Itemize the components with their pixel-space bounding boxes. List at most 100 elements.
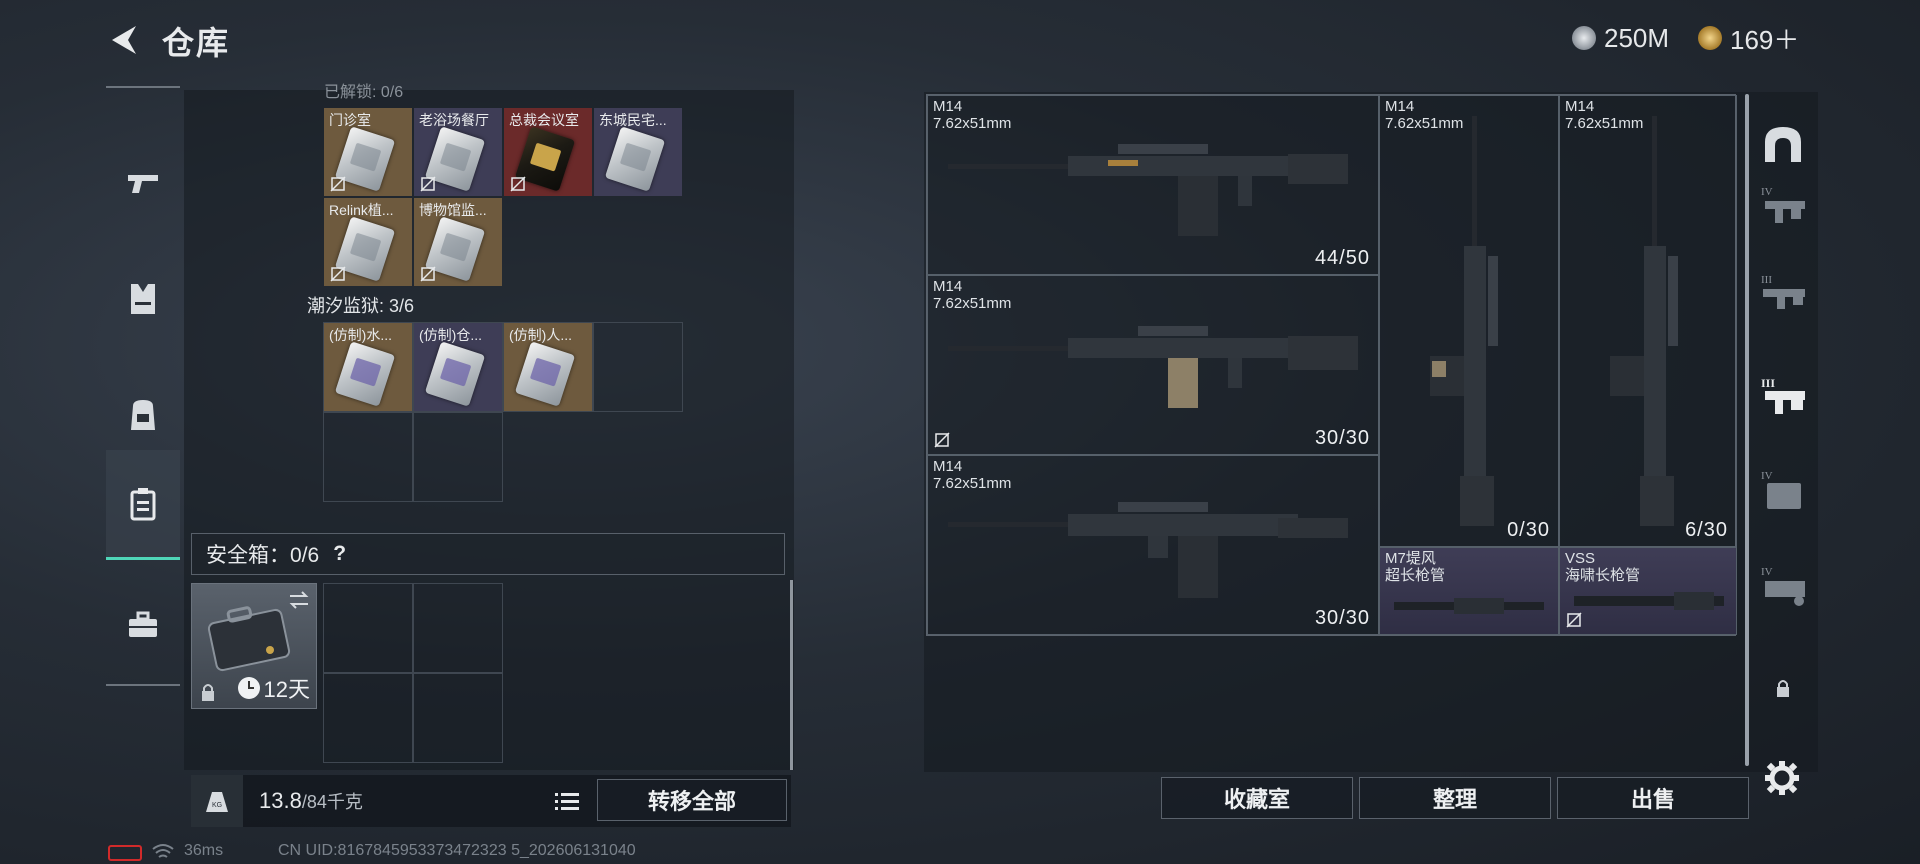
gold-coin-icon xyxy=(1698,26,1722,50)
list-view-button[interactable] xyxy=(551,785,583,817)
rifle-icon xyxy=(948,502,1348,598)
grid-cell[interactable] xyxy=(323,673,413,763)
weapon-item[interactable]: M14 7.62x51mm 30/30 xyxy=(927,275,1379,455)
keycard-item[interactable]: 博物馆监... xyxy=(414,198,502,286)
swap-icon[interactable] xyxy=(288,590,310,610)
keycard-icon xyxy=(514,341,576,407)
item-label: 博物馆监... xyxy=(419,202,487,218)
keycard-item[interactable]: 总裁会议室 xyxy=(504,108,592,196)
sell-button[interactable]: 出售 xyxy=(1557,777,1749,819)
keycard-item[interactable]: 老浴场餐厅 xyxy=(414,108,502,196)
item-label: (仿制)水... xyxy=(329,327,392,343)
keycard-case-icon xyxy=(130,487,156,520)
help-icon[interactable]: ? xyxy=(333,542,346,566)
weapons-category[interactable] xyxy=(106,128,180,238)
transfer-all-button[interactable]: 转移全部 xyxy=(597,779,787,821)
no-transfer-icon xyxy=(330,266,346,282)
keycard-item[interactable]: (仿制)水... xyxy=(324,323,412,411)
grid-cell[interactable] xyxy=(323,583,413,673)
back-arrow-icon[interactable] xyxy=(106,22,142,58)
rifle-vertical-icon xyxy=(1610,116,1678,526)
item-label: 总裁会议室 xyxy=(509,112,579,128)
no-transfer-icon xyxy=(330,176,346,192)
weapon-item[interactable]: M14 7.62x51mm 0/30 xyxy=(1379,95,1559,547)
section-label-tide-prison: 潮汐监狱: 3/6 xyxy=(307,296,415,316)
keycard-item[interactable]: Relink植... xyxy=(324,198,412,286)
collection-room-button[interactable]: 收藏室 xyxy=(1161,777,1353,819)
rifle-vertical-icon xyxy=(1430,116,1498,526)
list-icon xyxy=(555,793,579,810)
attachment-name: M7堤风 超长枪管 xyxy=(1385,550,1446,584)
grid-cell[interactable] xyxy=(323,412,413,502)
ammo-count: 0/30 xyxy=(1507,519,1550,541)
item-label: (仿制)人... xyxy=(509,327,572,343)
locked-category[interactable] xyxy=(1752,638,1814,738)
keycard-item[interactable]: 东城民宅... xyxy=(594,108,682,196)
vest-icon xyxy=(131,284,155,314)
safebox-duration: 12天 xyxy=(237,672,310,704)
keycard-icon xyxy=(334,341,396,407)
lock-icon xyxy=(1777,680,1789,697)
svg-text:IV: IV xyxy=(1761,186,1773,198)
weight-current: 13.8 xyxy=(259,788,302,813)
svg-text:III: III xyxy=(1761,274,1772,286)
weapon-name: M14 7.62x51mm xyxy=(933,458,1012,492)
keycard-item[interactable]: (仿制)仓... xyxy=(414,323,502,411)
tier4-armor-category[interactable]: IV xyxy=(1752,536,1814,636)
rifle-icon xyxy=(948,326,1358,408)
grid-cell[interactable] xyxy=(413,583,503,673)
armor-category[interactable] xyxy=(106,244,180,354)
toolbox-category[interactable] xyxy=(106,570,180,680)
tier3-gun-category[interactable]: III xyxy=(1752,244,1814,344)
ping-text: 36ms xyxy=(184,842,224,859)
ammo-count: 6/30 xyxy=(1685,519,1728,541)
weapon-item[interactable]: M14 7.62x51mm 44/50 xyxy=(927,95,1379,275)
currency-silver-value: 250M xyxy=(1604,22,1670,53)
keycard-item[interactable]: (仿制)人... xyxy=(504,323,592,411)
tier4-bag-category[interactable]: IV xyxy=(1752,440,1814,540)
currency-gold-value: 169＋ xyxy=(1730,24,1800,55)
tier3-rifle-icon: III xyxy=(1761,274,1805,309)
safebox-header: 安全箱：0/6 ? xyxy=(191,533,785,575)
item-label: Relink植... xyxy=(329,202,394,218)
attachment-item[interactable]: VSS 海啸长枪管 xyxy=(1559,547,1737,635)
weapon-name: M14 7.62x51mm xyxy=(933,98,1012,132)
weapon-name: M14 7.62x51mm xyxy=(933,278,1012,312)
currency-gold[interactable]: 169＋ xyxy=(1698,22,1800,55)
sort-button[interactable]: 整理 xyxy=(1359,777,1551,819)
grid-cell[interactable] xyxy=(413,412,503,502)
left-scrollbar[interactable] xyxy=(790,580,793,770)
ammo-count: 30/30 xyxy=(1314,607,1370,629)
left-category-bar xyxy=(106,86,180,686)
pistol-icon xyxy=(128,175,158,193)
backpack-icon xyxy=(131,400,155,430)
warehouse-grid: M14 7.62x51mm 44/50 M14 7.62x51mm 30/30 … xyxy=(926,94,1737,636)
keycard-item[interactable]: 门诊室 xyxy=(324,108,412,196)
no-transfer-icon xyxy=(420,266,436,282)
gear-icon[interactable] xyxy=(1764,760,1800,796)
weight-icon: KG xyxy=(191,775,243,827)
weapon-item[interactable]: M14 7.62x51mm 30/30 xyxy=(927,455,1379,635)
grid-cell[interactable] xyxy=(593,322,683,412)
safebox-case-icon xyxy=(207,606,291,672)
no-transfer-icon xyxy=(510,176,526,192)
safebox-item[interactable]: 12天 xyxy=(191,583,317,709)
tier4-rifle-icon: IV xyxy=(1761,186,1805,223)
tier3-mod-category[interactable]: III xyxy=(1752,346,1814,446)
toolbox-icon xyxy=(129,611,157,637)
item-label: 东城民宅... xyxy=(599,112,667,128)
uid-text: CN UID:8167845953373472323 5_20260613104… xyxy=(278,842,636,859)
svg-text:KG: KG xyxy=(212,802,222,809)
keycard-category[interactable] xyxy=(106,450,180,560)
tier4-gun-category[interactable]: IV xyxy=(1752,156,1814,256)
grid-cell[interactable] xyxy=(413,673,503,763)
attachment-name: VSS 海啸长枪管 xyxy=(1565,550,1641,584)
item-label: (仿制)仓... xyxy=(419,327,482,343)
item-label: 老浴场餐厅 xyxy=(419,112,489,128)
safebox-days-text: 12天 xyxy=(263,677,310,702)
silver-coin-icon xyxy=(1572,26,1596,50)
attachment-item[interactable]: M7堤风 超长枪管 xyxy=(1379,547,1559,635)
weapon-item[interactable]: M14 7.62x51mm 6/30 xyxy=(1559,95,1737,547)
warehouse-scrollbar[interactable] xyxy=(1745,94,1749,766)
clock-icon xyxy=(237,677,260,699)
